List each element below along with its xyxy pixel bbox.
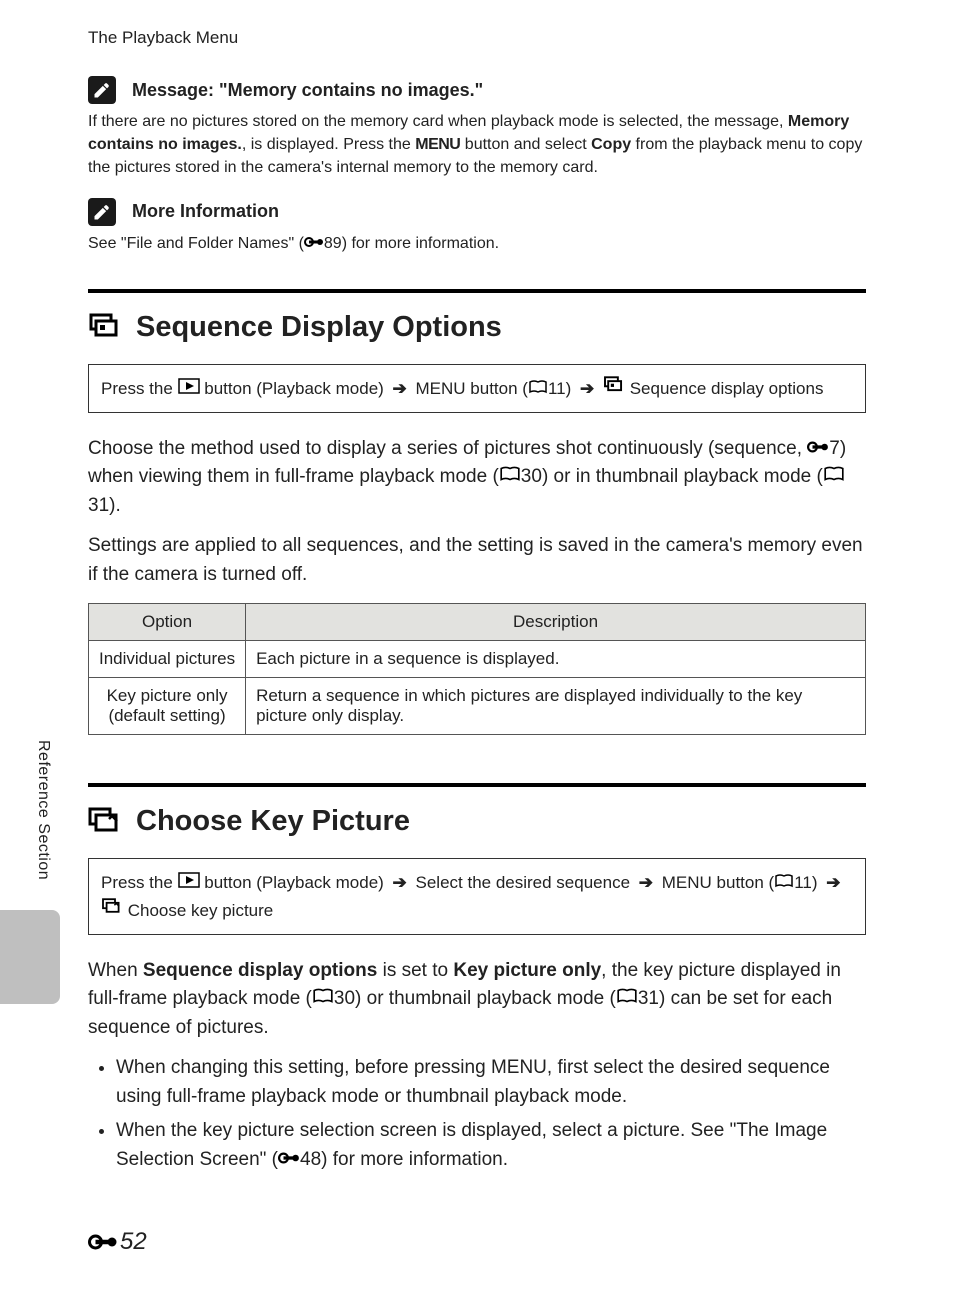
- advref-icon: [807, 440, 829, 454]
- menu-word: MENU: [491, 1057, 547, 1078]
- note2-body: See "File and Folder Names" (89) for mor…: [88, 232, 866, 255]
- opt-keyonly: Key picture only(default setting): [89, 678, 246, 735]
- section1-title: Sequence Display Options: [136, 311, 502, 344]
- book-icon: [774, 874, 794, 888]
- note1-title: Message: "Memory contains no images.": [132, 80, 483, 101]
- list-item: When changing this setting, before press…: [116, 1054, 866, 1111]
- playback-icon: [178, 378, 200, 394]
- advref-icon: [304, 236, 324, 248]
- advref-icon: [278, 1151, 300, 1165]
- keypicture-icon: [101, 898, 123, 916]
- section2-title-row: Choose Key Picture: [88, 805, 866, 838]
- book-icon: [499, 466, 521, 482]
- pencil-icon: [88, 76, 116, 104]
- note-message-block: Message: "Memory contains no images." If…: [88, 76, 866, 180]
- options-table: Option Description Individual pictures E…: [88, 603, 866, 735]
- table-row: Key picture only(default setting) Return…: [89, 678, 866, 735]
- section1-title-row: Sequence Display Options: [88, 311, 866, 344]
- sequence-icon: [88, 313, 122, 341]
- side-label: Reference Section: [34, 740, 52, 880]
- section2-bullets: When changing this setting, before press…: [88, 1054, 866, 1174]
- section1-para1: Choose the method used to display a seri…: [88, 435, 866, 521]
- section-divider: [88, 783, 866, 787]
- section2-nav: Press the button (Playback mode) ➔ Selec…: [88, 858, 866, 934]
- section1-para2: Settings are applied to all sequences, a…: [88, 532, 866, 589]
- menu-word: MENU: [416, 379, 466, 398]
- th-description: Description: [246, 604, 866, 641]
- playback-icon: [178, 872, 200, 888]
- section1-nav: Press the button (Playback mode) ➔ MENU …: [88, 364, 866, 413]
- table-row: Individual pictures Each picture in a se…: [89, 641, 866, 678]
- opt-individual: Individual pictures: [89, 641, 246, 678]
- list-item: When the key picture selection screen is…: [116, 1117, 866, 1174]
- book-icon: [528, 380, 548, 394]
- sequence-icon: [603, 376, 625, 394]
- section2-para1: When Sequence display options is set to …: [88, 957, 866, 1043]
- note2-title: More Information: [132, 201, 279, 222]
- book-icon: [616, 988, 638, 1004]
- side-gray-tab: [0, 910, 60, 1004]
- th-option: Option: [89, 604, 246, 641]
- section2-title: Choose Key Picture: [136, 805, 410, 838]
- desc-keyonly: Return a sequence in which pictures are …: [246, 678, 866, 735]
- book-icon: [312, 988, 334, 1004]
- note1-body: If there are no pictures stored on the m…: [88, 110, 866, 180]
- advref-icon: [88, 1233, 118, 1251]
- menu-word: MENU: [662, 873, 712, 892]
- book-icon: [823, 466, 845, 482]
- desc-individual: Each picture in a sequence is displayed.: [246, 641, 866, 678]
- pencil-icon: [88, 198, 116, 226]
- running-head: The Playback Menu: [88, 28, 866, 48]
- menu-word: MENU: [415, 136, 460, 153]
- section-divider: [88, 289, 866, 293]
- note-moreinfo-block: More Information See "File and Folder Na…: [88, 198, 866, 255]
- page-number: 52: [88, 1228, 147, 1256]
- keypicture-icon: [88, 807, 122, 837]
